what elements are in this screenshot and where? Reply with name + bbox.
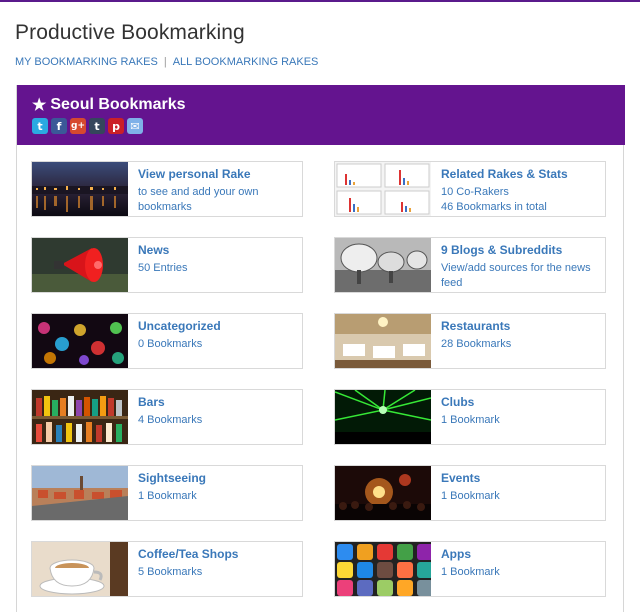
card-subtitle: 0 Bookmarks bbox=[138, 338, 203, 350]
panel-title: ★ Seoul Bookmarks bbox=[32, 95, 186, 115]
pinterest-icon[interactable]: p bbox=[108, 118, 124, 134]
bottles-thumb bbox=[32, 390, 128, 444]
card-subtitle: 5 Bookmarks bbox=[138, 566, 203, 578]
card-news[interactable]: News 50 Entries bbox=[31, 237, 303, 293]
card-subtitle: 4 Bookmarks bbox=[138, 414, 203, 426]
concert-thumb bbox=[335, 466, 431, 520]
megaphone-thumb bbox=[32, 238, 128, 292]
card-coffee-tea-shops[interactable]: Coffee/Tea Shops 5 Bookmarks bbox=[31, 541, 303, 597]
card-title: Bars bbox=[138, 395, 165, 409]
satellite-dishes-thumb bbox=[335, 238, 431, 292]
twitter-icon[interactable]: t bbox=[32, 118, 48, 134]
lasers-thumb bbox=[335, 390, 431, 444]
card-subtitle: 28 Bookmarks bbox=[441, 338, 512, 350]
site-title: Productive Bookmarking bbox=[15, 21, 245, 44]
card-apps[interactable]: Apps 1 Bookmark bbox=[334, 541, 606, 597]
bookmarks-panel: ★ Seoul Bookmarks t f g+ t p ✉ View pers… bbox=[16, 85, 625, 612]
card-subtitle-2: bookmarks bbox=[138, 201, 192, 213]
card-restaurants[interactable]: Restaurants 28 Bookmarks bbox=[334, 313, 606, 369]
card-title: Clubs bbox=[441, 395, 475, 409]
bokeh-lights-thumb bbox=[32, 314, 128, 368]
card-title: Restaurants bbox=[441, 319, 511, 333]
email-icon[interactable]: ✉ bbox=[127, 118, 143, 134]
card-subtitle: 1 Bookmark bbox=[441, 566, 500, 578]
old-town-thumb bbox=[32, 466, 128, 520]
card-title: Apps bbox=[441, 547, 471, 561]
card-uncategorized[interactable]: Uncategorized 0 Bookmarks bbox=[31, 313, 303, 369]
panel-title-text: Seoul Bookmarks bbox=[50, 96, 186, 113]
card-bars[interactable]: Bars 4 Bookmarks bbox=[31, 389, 303, 445]
night-skyline-thumb bbox=[32, 162, 128, 216]
share-icons: t f g+ t p ✉ bbox=[32, 118, 143, 134]
card-title: Related Rakes & Stats bbox=[441, 167, 568, 181]
card-events[interactable]: Events 1 Bookmark bbox=[334, 465, 606, 521]
star-icon: ★ bbox=[32, 97, 47, 114]
my-rakes-link[interactable]: MY BOOKMARKING RAKES bbox=[15, 56, 158, 68]
tumblr-icon[interactable]: t bbox=[89, 118, 105, 134]
google-plus-icon[interactable]: g+ bbox=[70, 118, 86, 134]
card-title: News bbox=[138, 243, 170, 257]
card-blogs-subreddits[interactable]: 9 Blogs & Subreddits View/add sources fo… bbox=[334, 237, 606, 293]
charts-thumb bbox=[335, 162, 431, 216]
card-subtitle: 50 Entries bbox=[138, 262, 188, 274]
card-subtitle: 1 Bookmark bbox=[138, 490, 197, 502]
card-title: Sightseeing bbox=[138, 471, 207, 485]
card-title: Events bbox=[441, 471, 481, 485]
panel-header: ★ Seoul Bookmarks t f g+ t p ✉ bbox=[17, 85, 625, 145]
card-subtitle-2: feed bbox=[441, 277, 463, 289]
card-title: View personal Rake bbox=[138, 167, 251, 181]
card-subtitle-2: 46 Bookmarks in total bbox=[441, 201, 547, 213]
card-sightseeing[interactable]: Sightseeing 1 Bookmark bbox=[31, 465, 303, 521]
card-view-personal-rake[interactable]: View personal Rake to see and add your o… bbox=[31, 161, 303, 217]
facebook-icon[interactable]: f bbox=[51, 118, 67, 134]
card-subtitle: View/add sources for the news bbox=[441, 262, 591, 274]
card-title: 9 Blogs & Subreddits bbox=[441, 243, 563, 257]
card-clubs[interactable]: Clubs 1 Bookmark bbox=[334, 389, 606, 445]
card-subtitle: 10 Co-Rakers bbox=[441, 186, 509, 198]
breadcrumb-nav: MY BOOKMARKING RAKES | ALL BOOKMARKING RAK… bbox=[15, 56, 319, 68]
card-subtitle: 1 Bookmark bbox=[441, 490, 500, 502]
card-subtitle: 1 Bookmark bbox=[441, 414, 500, 426]
card-subtitle: to see and add your own bbox=[138, 186, 259, 198]
app-icons-thumb bbox=[335, 542, 431, 596]
top-accent-line bbox=[0, 0, 640, 2]
dining-hall-thumb bbox=[335, 314, 431, 368]
card-title: Uncategorized bbox=[138, 319, 221, 333]
coffee-cup-thumb bbox=[32, 542, 128, 596]
card-title: Coffee/Tea Shops bbox=[138, 547, 239, 561]
all-rakes-link[interactable]: ALL BOOKMARKING RAKES bbox=[173, 56, 319, 68]
card-related-rakes[interactable]: Related Rakes & Stats 10 Co-Rakers 46 Bo… bbox=[334, 161, 606, 217]
